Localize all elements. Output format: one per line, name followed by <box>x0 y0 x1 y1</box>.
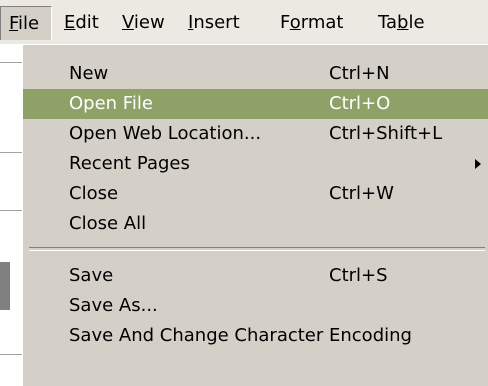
menu-item-shortcut: Ctrl+Shift+L <box>329 123 443 144</box>
menu-item-label: Close All <box>69 213 147 234</box>
menu-table-mnemonic: b <box>397 12 409 33</box>
menu-item-label: New <box>69 63 109 84</box>
menu-item-open-web-location[interactable]: Open Web Location... Ctrl+Shift+L <box>23 119 488 149</box>
menu-edit-rest: dit <box>75 12 99 33</box>
menu-format-mnemonic: o <box>289 12 301 33</box>
menu-item-new[interactable]: New Ctrl+N <box>23 59 488 89</box>
menu-item-close[interactable]: Close Ctrl+W <box>23 179 488 209</box>
menu-view[interactable]: View <box>122 10 165 36</box>
menu-item-label: Close <box>69 183 119 204</box>
menu-format[interactable]: Format <box>280 10 343 36</box>
menu-insert-rest: nsert <box>193 12 240 33</box>
menu-item-recent-pages[interactable]: Recent Pages <box>23 149 488 179</box>
menu-item-label: Open Web Location... <box>69 123 262 144</box>
menu-format-pre: F <box>280 12 290 33</box>
menu-item-save[interactable]: Save Ctrl+S <box>23 261 488 291</box>
menu-item-shortcut: Ctrl+W <box>329 183 394 204</box>
menu-file[interactable]: File <box>0 6 52 40</box>
menu-item-label: Save <box>69 265 114 286</box>
menu-item-close-all[interactable]: Close All <box>23 209 488 239</box>
menu-insert[interactable]: Insert <box>188 10 240 36</box>
background-scrollbar <box>0 262 10 310</box>
menu-view-rest: iew <box>133 12 165 33</box>
menu-view-mnemonic: V <box>122 12 134 33</box>
menu-table[interactable]: Table <box>378 10 425 36</box>
menu-edit-mnemonic: E <box>64 12 76 33</box>
menu-item-shortcut: Ctrl+N <box>329 63 390 84</box>
menu-item-label: Open File <box>69 93 153 114</box>
background-window <box>0 44 22 385</box>
menu-item-save-change-encoding[interactable]: Save And Change Character Encoding <box>23 321 488 351</box>
screen: File Edit View Insert Format Table New C… <box>0 0 488 386</box>
menu-separator <box>29 247 485 251</box>
menu-format-rest: rmat <box>300 12 344 33</box>
menu-table-rest: le <box>408 12 425 33</box>
menu-item-shortcut: Ctrl+S <box>329 265 388 286</box>
background-divider <box>0 152 22 153</box>
menu-item-save-as[interactable]: Save As... <box>23 291 488 321</box>
menu-file-mnemonic: F <box>9 13 19 34</box>
menu-table-pre: Ta <box>378 12 398 33</box>
menu-item-label: Save As... <box>69 295 158 316</box>
menu-item-label: Save And Change Character Encoding <box>69 325 412 346</box>
background-divider <box>0 62 22 63</box>
file-dropdown-menu: New Ctrl+N Open File Ctrl+O Open Web Loc… <box>22 44 488 386</box>
menu-item-open-file[interactable]: Open File Ctrl+O <box>23 89 488 119</box>
menu-item-shortcut: Ctrl+O <box>329 93 391 114</box>
menu-item-label: Recent Pages <box>69 153 190 174</box>
menu-file-rest: ile <box>18 13 40 34</box>
menu-edit[interactable]: Edit <box>64 10 99 36</box>
menu-bar: File Edit View Insert Format Table <box>0 0 488 45</box>
background-divider <box>0 354 22 355</box>
background-divider <box>0 210 22 211</box>
